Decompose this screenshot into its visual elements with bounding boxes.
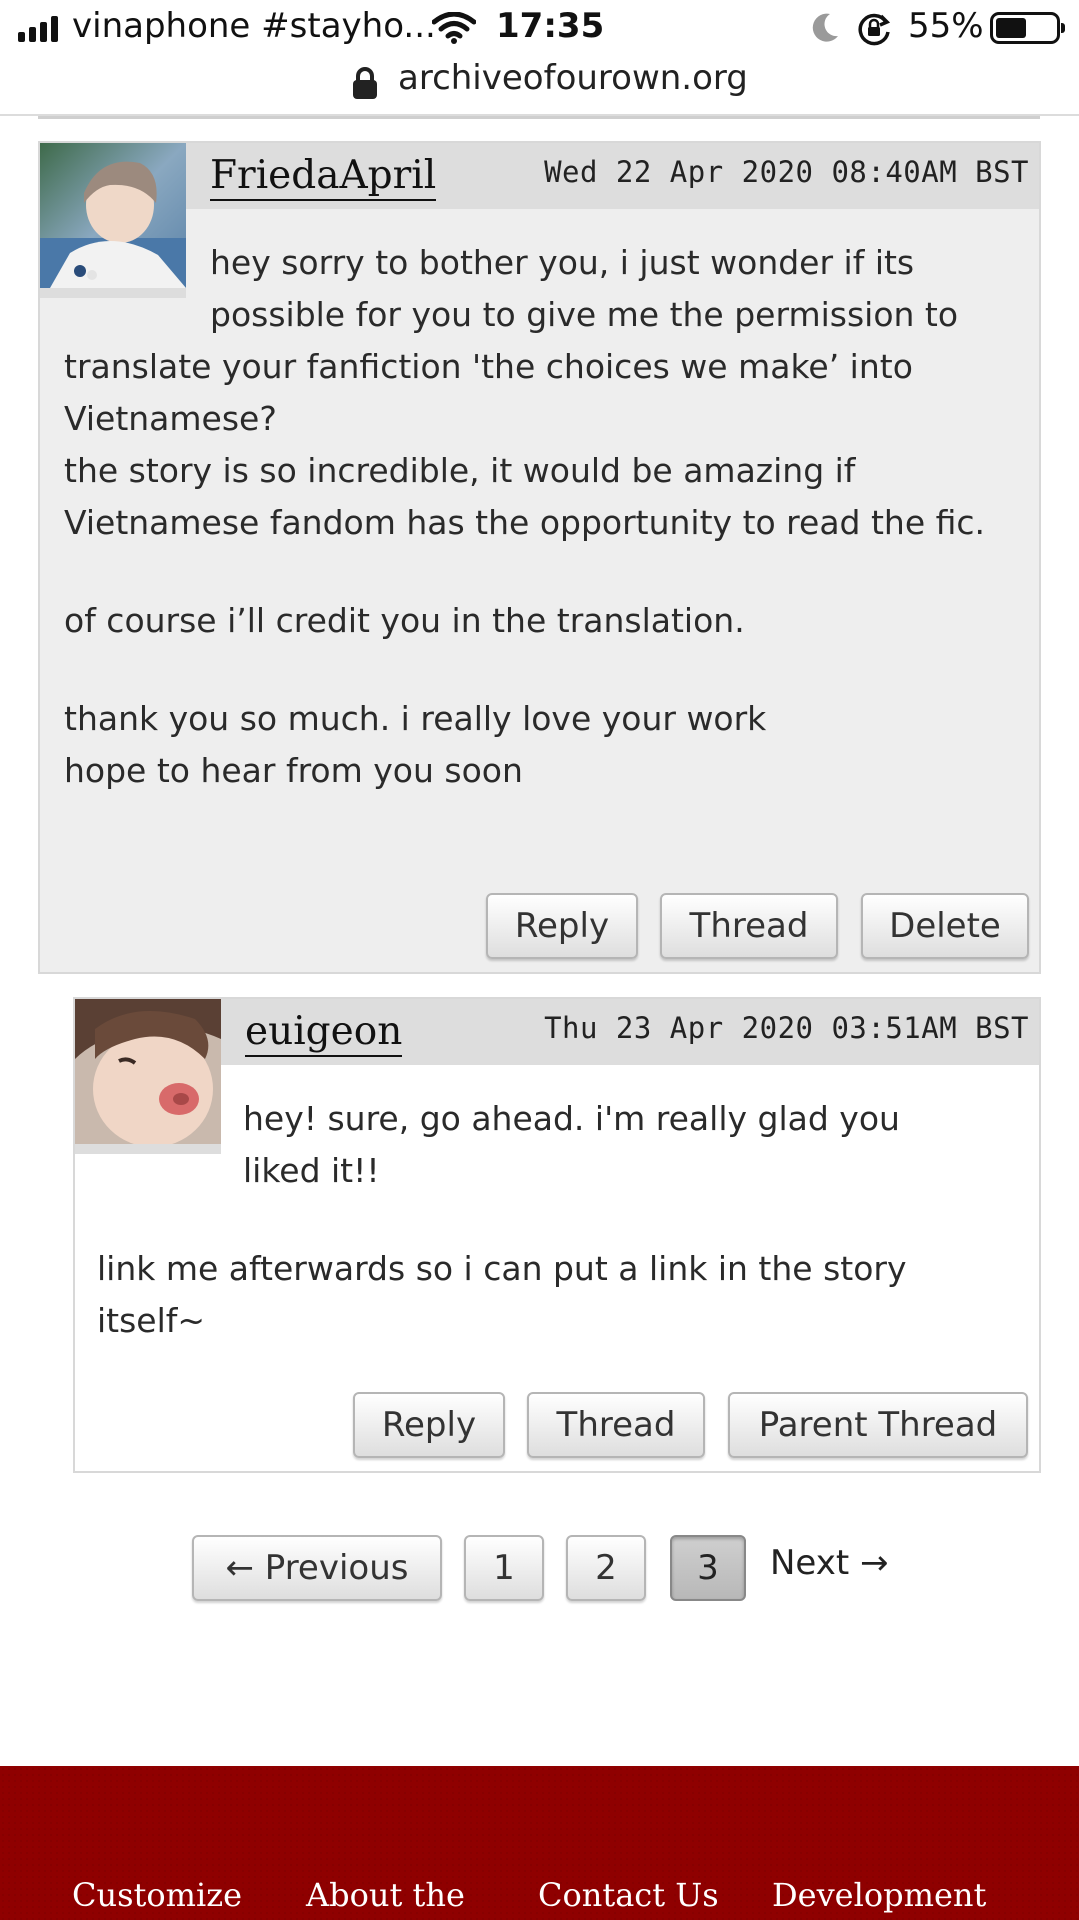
url-bar[interactable]: archiveofourown.org <box>0 58 1079 116</box>
delete-button[interactable]: Delete <box>861 893 1029 959</box>
moon-icon <box>810 12 840 48</box>
comment-author-link[interactable]: euigeon <box>245 1009 403 1057</box>
status-bar: vinaphone #stayho... 17:35 55% <box>0 0 1079 58</box>
parent-thread-button[interactable]: Parent Thread <box>728 1392 1028 1458</box>
comment-text: link me afterwards so i can put a link i… <box>97 1249 907 1340</box>
lock-icon <box>352 66 378 104</box>
comment-header: FriedaApril Wed 22 Apr 2020 08:40AM BST <box>40 143 1039 209</box>
battery-icon <box>990 12 1065 44</box>
rotation-lock-icon <box>856 12 892 50</box>
comment-date: Thu 23 Apr 2020 03:51AM BST <box>544 1011 1029 1045</box>
next-page-link[interactable]: Next → <box>770 1543 889 1583</box>
reply-button[interactable]: Reply <box>486 893 638 959</box>
footer-link-about[interactable]: About the <box>306 1876 465 1914</box>
comment-text: hope to hear from you soon <box>64 751 523 790</box>
comment-text: hey sorry to bother you, i just wonder i… <box>210 243 915 282</box>
thread-button[interactable]: Thread <box>527 1392 705 1458</box>
page-2-button[interactable]: 2 <box>566 1535 646 1601</box>
carrier-name: vinaphone #stayho... <box>72 6 436 46</box>
thread-button[interactable]: Thread <box>660 893 838 959</box>
previous-page-button[interactable]: ← Previous <box>192 1535 442 1601</box>
comment-author-link[interactable]: FriedaApril <box>210 153 437 201</box>
comment-text: thank you so much. i really love your wo… <box>64 699 767 738</box>
comment-body: hey! sure, go ahead. i'm really glad you… <box>97 1093 1022 1347</box>
comment-text: the story is so incredible, it would be … <box>64 451 986 542</box>
current-page-indicator: 3 <box>670 1535 746 1601</box>
comment-text: possible for you to give me the permissi… <box>210 295 959 334</box>
comment-date: Wed 22 Apr 2020 08:40AM BST <box>544 155 1029 189</box>
comment-frieda-april: FriedaApril Wed 22 Apr 2020 08:40AM BST … <box>38 141 1041 974</box>
comment-euigeon: euigeon Thu 23 Apr 2020 03:51AM BST hey!… <box>73 997 1041 1473</box>
battery-percent: 55% <box>908 6 984 46</box>
wifi-icon <box>431 11 477 48</box>
comment-body: hey sorry to bother you, i just wonder i… <box>64 237 1024 797</box>
footer-link-development[interactable]: Development <box>772 1876 986 1914</box>
comment-text: of course i’ll credit you in the transla… <box>64 601 745 640</box>
footer-link-customize[interactable]: Customize <box>72 1876 242 1914</box>
comment-text: translate your fanfiction 'the choices w… <box>64 347 913 438</box>
divider <box>38 116 1040 119</box>
comment-text: liked it!! <box>243 1151 380 1190</box>
site-footer: Customize About the Contact Us Developme… <box>0 1766 1079 1920</box>
clock: 17:35 <box>496 6 605 46</box>
footer-link-contact[interactable]: Contact Us <box>538 1876 719 1914</box>
signal-icon <box>18 16 58 42</box>
page-1-button[interactable]: 1 <box>464 1535 544 1601</box>
comment-text: hey! sure, go ahead. i'm really glad you <box>243 1099 900 1138</box>
reply-button[interactable]: Reply <box>353 1392 505 1458</box>
url-text[interactable]: archiveofourown.org <box>398 58 748 98</box>
